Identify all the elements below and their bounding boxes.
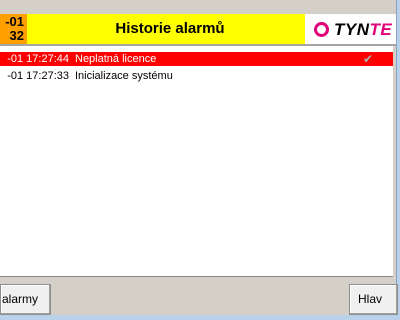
page-title: Historie alarmů — [115, 20, 225, 37]
current-date: -01 — [5, 14, 24, 29]
alarm-time: -01 17:27:44 — [7, 53, 69, 65]
alarm-list[interactable]: -01 17:27:44 Neplatná licence ✔ -01 17:2… — [0, 46, 393, 277]
logo-ring-icon — [314, 22, 329, 37]
alarm-message: Inicializace systému — [75, 70, 173, 82]
alarms-button-label: i alarmy — [0, 292, 38, 306]
alarm-time: -01 17:27:33 — [7, 70, 69, 82]
alarm-message: Neplatná licence — [75, 53, 157, 65]
alarm-row[interactable]: -01 17:27:44 Neplatná licence ✔ — [0, 52, 393, 66]
current-time: 32 — [9, 28, 24, 43]
datetime-box: -01 32 — [0, 14, 27, 44]
main-menu-button-label: Hlav — [358, 292, 383, 306]
company-logo: TYNTE — [305, 14, 396, 44]
checkmark-icon: ✔ — [363, 52, 374, 66]
alarms-button[interactable]: i alarmy — [0, 284, 51, 315]
logo-text-main: TYN — [334, 20, 370, 39]
footer-bar — [0, 277, 396, 315]
logo-text: TYNTE — [334, 21, 392, 39]
main-menu-button[interactable]: Hlav — [349, 284, 398, 315]
alarm-row[interactable]: -01 17:27:33 Inicializace systému — [0, 69, 393, 83]
logo-text-accent: TE — [369, 20, 393, 39]
